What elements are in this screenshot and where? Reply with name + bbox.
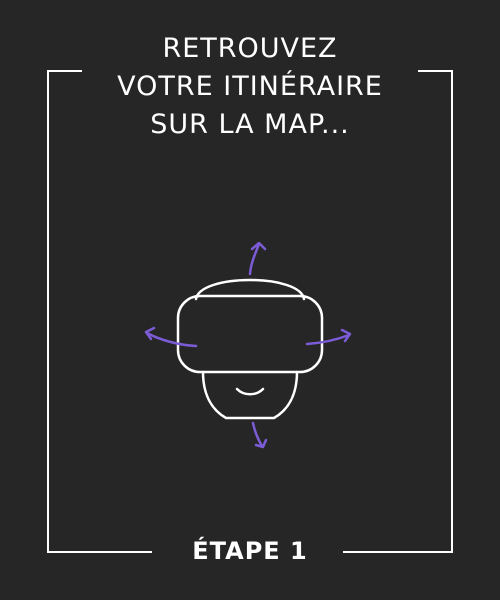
arrow-up-icon <box>248 241 267 276</box>
vr-headset-illustration <box>144 241 352 449</box>
arrow-left-icon <box>144 326 198 348</box>
instruction-line-2: VOTRE ITINÉRAIRE <box>117 71 383 102</box>
vr-headset-icon <box>176 278 324 420</box>
step-label: ÉTAPE 1 <box>192 537 308 565</box>
instruction-title: RETROUVEZ VOTRE ITINÉRAIRE SUR LA MAP... <box>0 30 500 144</box>
arrow-down-icon <box>251 421 268 449</box>
instruction-line-3: SUR LA MAP... <box>150 109 350 140</box>
movement-arrows <box>144 241 352 449</box>
instruction-line-1: RETROUVEZ <box>162 33 338 64</box>
arrow-right-icon <box>305 328 352 346</box>
